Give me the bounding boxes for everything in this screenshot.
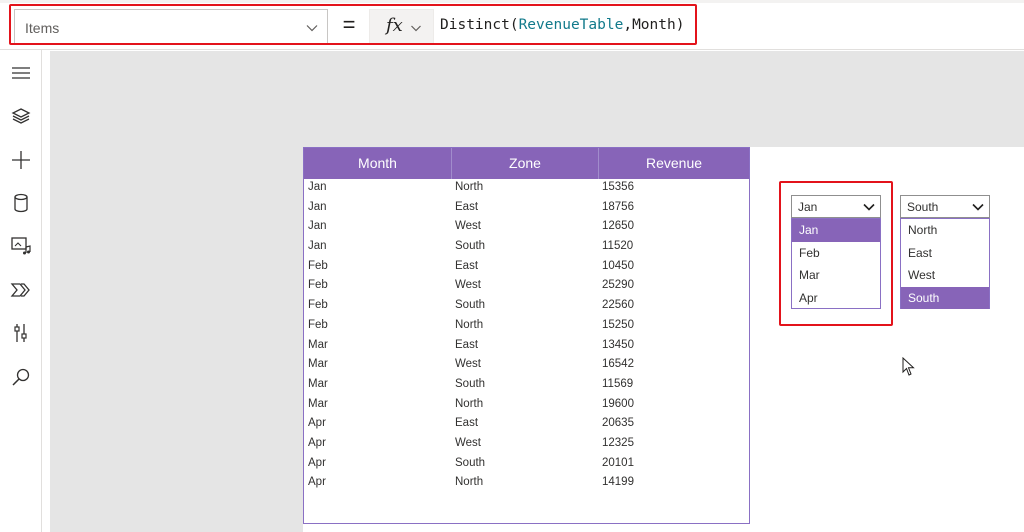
table-row[interactable]: Feb South 22560 xyxy=(304,297,749,317)
cell-month: Jan xyxy=(308,220,327,233)
table-row[interactable]: Jan South 11520 xyxy=(304,238,749,258)
table-row[interactable]: Apr East 20635 xyxy=(304,415,749,435)
cell-revenue: 10450 xyxy=(602,259,634,272)
cell-zone: West xyxy=(455,358,481,371)
data-icon[interactable] xyxy=(9,191,33,215)
cell-month: Jan xyxy=(308,200,327,213)
media-icon[interactable] xyxy=(9,234,33,258)
cell-revenue: 15250 xyxy=(602,318,634,331)
cell-zone: North xyxy=(455,397,484,410)
column-header-zone[interactable]: Zone xyxy=(452,148,599,179)
formula-highlight-outline xyxy=(9,4,697,45)
cell-month: Apr xyxy=(308,436,326,449)
cell-month: Jan xyxy=(308,240,327,253)
cell-revenue: 18756 xyxy=(602,200,634,213)
table-row[interactable]: Feb East 10450 xyxy=(304,258,749,278)
cell-zone: South xyxy=(455,456,486,469)
cell-zone: North xyxy=(455,476,484,489)
tools-icon[interactable] xyxy=(9,321,33,345)
cell-revenue: 12325 xyxy=(602,436,634,449)
table-row[interactable]: Feb West 25290 xyxy=(304,277,749,297)
cell-revenue: 14199 xyxy=(602,476,634,489)
cell-month: Feb xyxy=(308,299,328,312)
cell-revenue: 20101 xyxy=(602,456,634,469)
cell-revenue: 25290 xyxy=(602,279,634,292)
table-row[interactable]: Jan North 15356 xyxy=(304,179,749,199)
cell-zone: South xyxy=(455,299,486,312)
column-header-revenue[interactable]: Revenue xyxy=(599,148,749,179)
zone-option[interactable]: West xyxy=(901,264,989,287)
table-row[interactable]: Mar East 13450 xyxy=(304,337,749,357)
column-header-month[interactable]: Month xyxy=(304,148,452,179)
table-header: Month Zone Revenue xyxy=(304,148,749,179)
cell-month: Mar xyxy=(308,358,328,371)
cell-month: Jan xyxy=(308,181,327,193)
cell-revenue: 11569 xyxy=(602,377,634,390)
cell-month: Feb xyxy=(308,318,328,331)
cell-month: Mar xyxy=(308,397,328,410)
table-row[interactable]: Apr West 12325 xyxy=(304,435,749,455)
zone-option[interactable]: North xyxy=(901,219,989,242)
table-body: Jan North 15356 Jan East 18756 Jan West 12650 Jan… xyxy=(304,179,749,494)
zone-option[interactable]: East xyxy=(901,242,989,265)
zone-dropdown-list: North East West South xyxy=(900,218,990,309)
cell-zone: East xyxy=(455,200,479,213)
zone-option[interactable]: South xyxy=(901,286,989,309)
cell-zone: East xyxy=(455,338,479,351)
cell-month: Feb xyxy=(308,259,328,272)
cell-zone: South xyxy=(455,240,486,253)
cell-revenue: 22560 xyxy=(602,299,634,312)
table-row[interactable]: Mar South 11569 xyxy=(304,376,749,396)
cell-month: Mar xyxy=(308,377,328,390)
cell-revenue: 12650 xyxy=(602,220,634,233)
cell-zone: North xyxy=(455,318,484,331)
cell-zone: West xyxy=(455,436,481,449)
cell-revenue: 15356 xyxy=(602,181,634,193)
formula-bar: Items = fx Distinct(RevenueTable,Month) xyxy=(0,0,1024,50)
month-dropdown-highlight-outline xyxy=(779,181,893,326)
cell-month: Mar xyxy=(308,338,328,351)
table-row[interactable]: Apr South 20101 xyxy=(304,455,749,475)
cell-zone: East xyxy=(455,417,479,430)
mouse-cursor-icon xyxy=(902,356,916,382)
search-icon[interactable] xyxy=(9,365,33,389)
cell-zone: North xyxy=(455,181,484,193)
table-row[interactable]: Mar West 16542 xyxy=(304,356,749,376)
zone-dropdown-value: South xyxy=(907,200,939,214)
table-row[interactable]: Feb North 15250 xyxy=(304,317,749,337)
cell-zone: West xyxy=(455,279,481,292)
chevron-down-icon xyxy=(971,200,985,219)
zone-dropdown-box[interactable]: South xyxy=(900,195,990,218)
revenue-data-table[interactable]: Month Zone Revenue Jan North 15356 Jan East 1… xyxy=(303,147,750,524)
cell-zone: South xyxy=(455,377,486,390)
cell-month: Apr xyxy=(308,476,326,489)
left-rail xyxy=(0,50,42,532)
layers-icon[interactable] xyxy=(9,104,33,128)
cell-month: Feb xyxy=(308,279,328,292)
cell-revenue: 19600 xyxy=(602,397,634,410)
cell-month: Apr xyxy=(308,417,326,430)
menu-icon[interactable] xyxy=(9,61,33,85)
table-row[interactable]: Mar North 19600 xyxy=(304,396,749,416)
table-row[interactable]: Apr North 14199 xyxy=(304,474,749,494)
power-automate-icon[interactable] xyxy=(9,278,33,302)
cell-month: Apr xyxy=(308,456,326,469)
cell-zone: West xyxy=(455,220,481,233)
zone-dropdown[interactable]: South North East West South xyxy=(900,195,990,310)
cell-revenue: 13450 xyxy=(602,338,634,351)
cell-revenue: 11520 xyxy=(602,240,634,253)
cell-zone: East xyxy=(455,259,479,272)
cell-revenue: 20635 xyxy=(602,417,634,430)
add-icon[interactable] xyxy=(9,148,33,172)
table-row[interactable]: Jan East 18756 xyxy=(304,199,749,219)
cell-revenue: 16542 xyxy=(602,358,634,371)
table-row[interactable]: Jan West 12650 xyxy=(304,218,749,238)
